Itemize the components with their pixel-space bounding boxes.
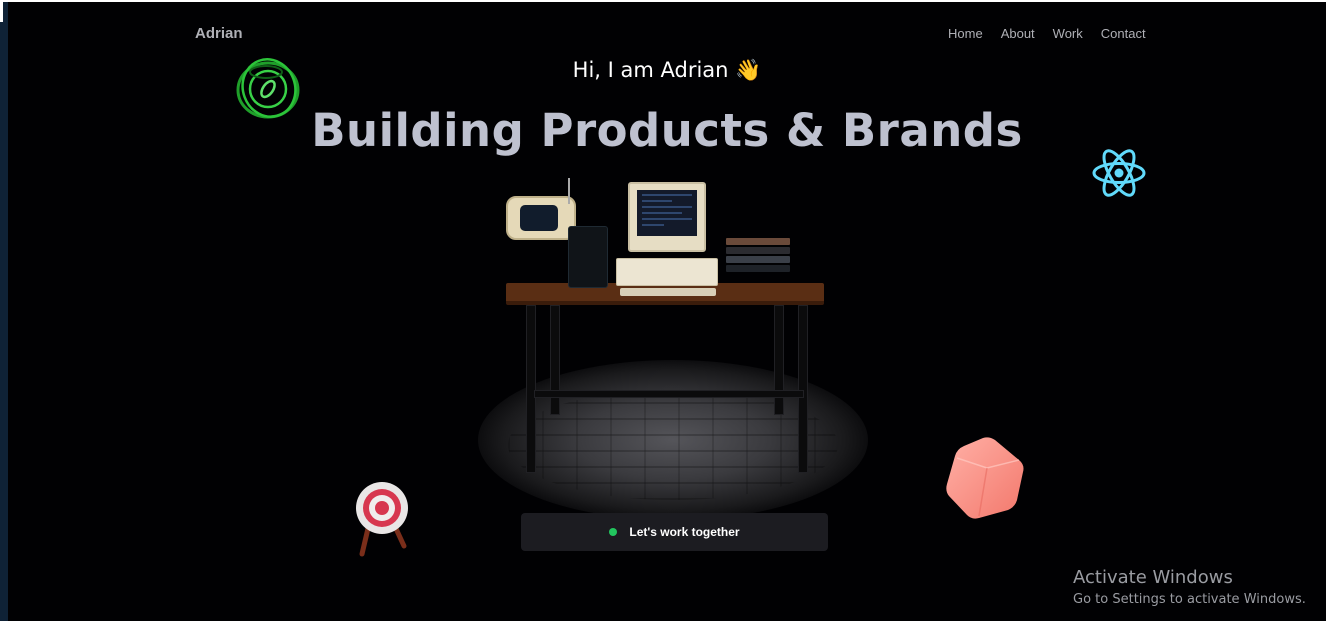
status-dot-icon xyxy=(609,528,618,536)
watermark-title: Activate Windows xyxy=(1073,567,1233,588)
brand-logo-text[interactable]: Adrian xyxy=(195,25,243,42)
nav-link-work[interactable]: Work xyxy=(1053,26,1083,41)
watermark-subtitle: Go to Settings to activate Windows. xyxy=(1073,592,1306,607)
page-viewport: Adrian Home About Work Contact Hi, I am … xyxy=(8,2,1326,621)
nav-link-about[interactable]: About xyxy=(1001,26,1035,41)
activate-windows-watermark: Activate Windows Go to Settings to activ… xyxy=(1073,567,1306,607)
retro-monitor xyxy=(628,182,706,252)
desk-crossbar xyxy=(534,390,804,398)
green-ring-icon xyxy=(236,58,300,119)
retro-tv xyxy=(506,196,576,240)
hero-greeting: Hi, I am Adrian 👋 xyxy=(572,58,762,82)
keyboard xyxy=(620,288,716,296)
desk-leg xyxy=(550,305,560,415)
desk-scene xyxy=(468,170,868,520)
window-left-border xyxy=(0,0,8,621)
desk-leg xyxy=(798,305,808,473)
speaker xyxy=(568,226,608,288)
navbar: Adrian Home About Work Contact xyxy=(8,2,1326,62)
desk-leg xyxy=(526,305,536,473)
tv-antenna xyxy=(568,178,570,204)
nav-link-home[interactable]: Home xyxy=(948,26,983,41)
book-stack xyxy=(726,238,790,278)
desk-leg xyxy=(774,305,784,415)
computer-case xyxy=(616,258,718,286)
lets-work-together-button[interactable]: Let's work together xyxy=(521,513,828,551)
react-logo-icon xyxy=(1092,149,1146,197)
text-cursor xyxy=(0,2,3,22)
nav-links: Home About Work Contact xyxy=(948,26,1146,41)
cta-label: Let's work together xyxy=(629,525,740,539)
nav-link-contact[interactable]: Contact xyxy=(1101,26,1146,41)
pink-cube-icon xyxy=(946,437,1024,519)
archery-target-icon xyxy=(356,482,408,557)
